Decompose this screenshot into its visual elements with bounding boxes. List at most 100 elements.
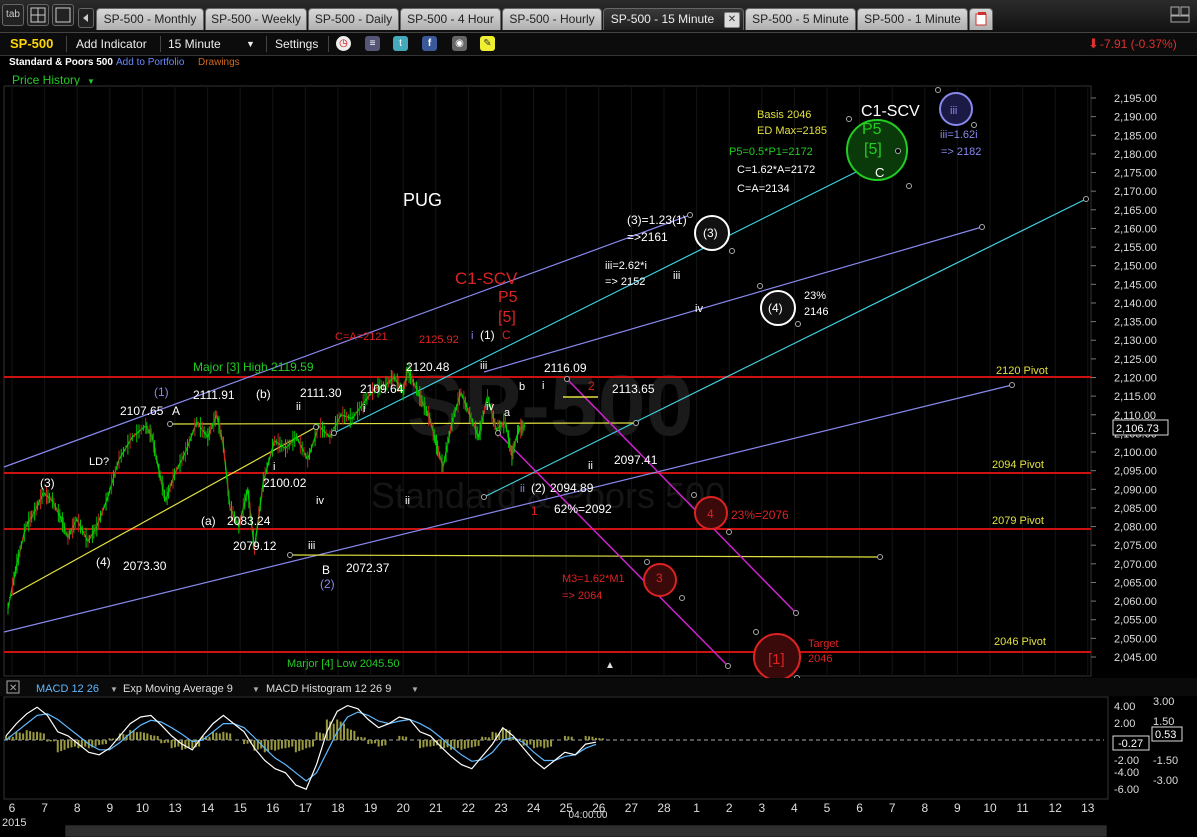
- macd-value-left: -0.27: [1118, 738, 1143, 750]
- price-tick-label: 2,175.00: [1114, 168, 1157, 180]
- chart-area: Price History ▼ SP-500 Standard & Poors …: [0, 73, 1197, 837]
- pivot-label-2079: 2079 Pivot: [992, 515, 1044, 527]
- target-2146-label: 2146: [804, 306, 828, 318]
- price-2079-label: 2079.12: [233, 539, 277, 553]
- time-tick-label: 7: [41, 801, 48, 815]
- ed-max-label: ED Max=2185: [757, 125, 827, 137]
- macd-tick-right: -3.00: [1153, 775, 1178, 787]
- price-2109-label: 2109.64: [360, 382, 404, 396]
- b-label: b: [519, 381, 525, 393]
- red-c-label: C: [502, 328, 511, 342]
- ii-mid-label: ii: [405, 495, 410, 507]
- price-tick-label: 2,100.00: [1114, 447, 1157, 459]
- macd-plot-frame: [3, 696, 1109, 800]
- price-2113-label: 2113.65: [612, 382, 655, 396]
- time-tick-label: 8: [74, 801, 81, 815]
- ld-label: LD?: [89, 456, 109, 468]
- price-tick-label: 2,180.00: [1114, 149, 1157, 161]
- price-2116-label: 2116.09: [544, 361, 587, 375]
- price-tick-label: 2,135.00: [1114, 317, 1157, 329]
- price-tick-label: 2,160.00: [1114, 223, 1157, 235]
- b-low-label: B: [322, 563, 330, 577]
- time-tick-label: 12: [1049, 801, 1063, 815]
- histogram-title[interactable]: MACD Histogram 12 26 9: [266, 683, 391, 695]
- basis-label: Basis 2046: [757, 109, 811, 121]
- red-5-label: [5]: [498, 309, 516, 326]
- histogram-dropdown-icon[interactable]: ▼: [411, 685, 419, 694]
- target-label: Target: [808, 638, 839, 650]
- price-tick-label: 2,195.00: [1114, 93, 1157, 105]
- wave-3-small-label: (3): [40, 476, 55, 490]
- time-tick-label: 16: [266, 801, 280, 815]
- iv-small-label: iv: [486, 401, 494, 413]
- white-c1-scv-label: C1-SCV: [861, 103, 920, 120]
- red-4-label: 4: [707, 507, 714, 521]
- time-tick-label: 27: [625, 801, 639, 815]
- scrollbar-thumb[interactable]: [66, 826, 1106, 836]
- time-tick-label: 9: [954, 801, 961, 815]
- price-tick-label: 2,075.00: [1114, 540, 1157, 552]
- ii-small-label: ii: [588, 460, 593, 472]
- time-tick-label: 20: [397, 801, 411, 815]
- pivot-label-2120: 2120 Pivot: [996, 365, 1048, 377]
- time-tick-label: 7: [889, 801, 896, 815]
- wave-4-small-label: (4): [96, 555, 111, 569]
- price-2111-30-label: 2111.30: [300, 386, 342, 400]
- iii-262i-label: iii=2.62*i: [605, 260, 647, 272]
- pct23-2076-label: 23%=2076: [731, 508, 789, 522]
- price-tick-label: 2,190.00: [1114, 112, 1157, 124]
- circle-3-label: (3): [703, 226, 718, 240]
- time-cursor-label: 04:00:00: [569, 810, 608, 821]
- time-tick-label: 1: [693, 801, 700, 815]
- wave-1-label: (1): [480, 328, 495, 342]
- price-2094-label: 2094.89: [550, 481, 594, 495]
- pivot-label-2046: 2046 Pivot: [994, 636, 1046, 648]
- wave-2-label: (2): [531, 481, 546, 495]
- macd-tick-right: -1.50: [1153, 755, 1178, 767]
- price-tick-label: 2,145.00: [1114, 279, 1157, 291]
- scroll-up-marker-icon[interactable]: ▲: [605, 660, 615, 671]
- time-tick-label: 13: [168, 801, 182, 815]
- price-tick-label: 2,165.00: [1114, 205, 1157, 217]
- macd-dropdown-icon[interactable]: ▼: [110, 685, 118, 694]
- price-tick-label: 2,170.00: [1114, 186, 1157, 198]
- macd-value-right: 0.53: [1155, 729, 1176, 741]
- time-tick-label: 23: [494, 801, 508, 815]
- price-history-dropdown-icon[interactable]: ▼: [87, 77, 95, 86]
- i-small-label: i: [542, 380, 544, 392]
- price-2120-48-label: 2120.48: [406, 360, 450, 374]
- macd-close-icon[interactable]: ✕: [9, 683, 17, 694]
- price-history-label[interactable]: Price History: [12, 73, 80, 87]
- price-2111-91-label: 2111.91: [193, 388, 235, 402]
- time-tick-label: 15: [234, 801, 248, 815]
- macd-title[interactable]: MACD 12 26: [36, 683, 99, 695]
- price-2100-label: 2100.02: [263, 476, 307, 490]
- price-2072-label: 2072.37: [346, 561, 390, 575]
- time-tick-label: 22: [462, 801, 476, 815]
- iii-small-label: iii: [480, 360, 487, 372]
- time-tick-label: 28: [657, 801, 671, 815]
- green-p5-label: P5: [862, 121, 882, 138]
- price-tick-label: 2,140.00: [1114, 298, 1157, 310]
- i-wave-label: i: [363, 403, 365, 415]
- price-2107-label: 2107.65: [120, 404, 164, 418]
- purple-i-label: i: [471, 330, 473, 342]
- price-tick-label: 2,085.00: [1114, 503, 1157, 515]
- a-wave-label: A: [172, 404, 180, 418]
- purple-2182-label: => 2182: [941, 146, 981, 158]
- ema-dropdown-icon[interactable]: ▼: [252, 685, 260, 694]
- red-c1-scv-label: C1-SCV: [455, 269, 518, 288]
- time-tick-label: 8: [921, 801, 928, 815]
- time-tick-label: 18: [331, 801, 345, 815]
- iv-mid-label: iv: [316, 495, 324, 507]
- macd-tick-left: -6.00: [1114, 784, 1139, 796]
- price-2125-label: 2125.92: [419, 334, 459, 346]
- major-3-high-label: Major [3] High 2119.59: [193, 360, 314, 374]
- red-2-label: 2: [588, 379, 595, 393]
- ema-title[interactable]: Exp Moving Average 9: [123, 683, 233, 695]
- purple-ii-label: ii: [520, 483, 525, 495]
- p5-calc-label: P5=0.5*P1=2172: [729, 146, 813, 158]
- green-5-label: [5]: [864, 141, 882, 158]
- iii-162i-label: iii=1.62i: [940, 129, 978, 141]
- price-tick-label: 2,155.00: [1114, 242, 1157, 254]
